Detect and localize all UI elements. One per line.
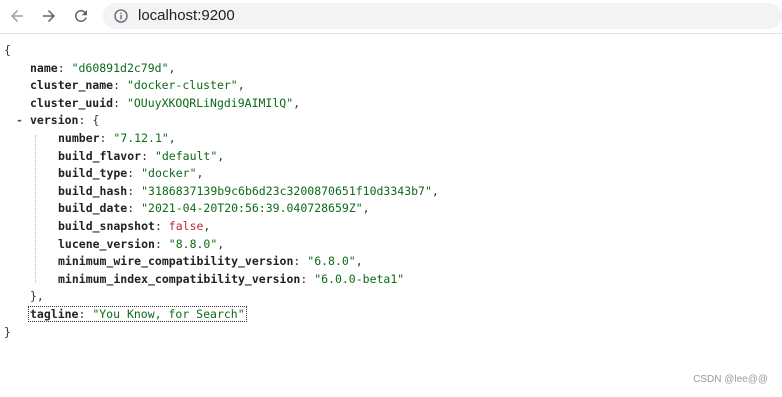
json-value: "OUuyXKOQRLiNgdi9AIMIlQ" [126, 95, 294, 110]
json-key: version [30, 113, 79, 128]
json-value: "You Know, for Search" [92, 306, 245, 321]
json-value: "docker" [141, 166, 197, 181]
json-value: "3186837139b9c6b6d23c3200870651f10d3343b… [141, 183, 432, 198]
json-value: "6.0.0-beta1" [314, 271, 405, 286]
json-key: cluster_name [30, 78, 114, 93]
json-open-brace: { [4, 43, 11, 57]
json-row-build-date: build_date: "2021-04-20T20:56:39.0407286… [58, 201, 370, 216]
json-value: "2021-04-20T20:56:39.040728659Z" [141, 201, 363, 216]
json-key: build_hash [58, 183, 128, 198]
json-row-name: name: "d60891d2c79d", [30, 60, 176, 75]
json-row-cluster-uuid: cluster_uuid: "OUuyXKOQRLiNgdi9AIMIlQ", [30, 95, 301, 110]
json-value: "6.8.0" [307, 254, 356, 269]
browser-toolbar: localhost:9200 [0, 0, 782, 34]
json-key: build_type [58, 166, 128, 181]
json-key: number [58, 130, 100, 145]
forward-arrow-icon[interactable] [37, 4, 61, 28]
url-text[interactable]: localhost:9200 [138, 7, 235, 24]
json-version-close: }, [30, 289, 44, 304]
collapse-toggle[interactable]: - [16, 112, 26, 130]
json-key: build_date [58, 201, 128, 216]
json-row-number: number: "7.12.1", [58, 130, 176, 145]
json-row-build-snapshot: build_snapshot: false, [58, 218, 211, 233]
watermark: CSDN @lee@@ [693, 374, 768, 385]
json-key: build_snapshot [58, 218, 155, 233]
json-row-build-hash: build_hash: "3186837139b9c6b6d23c3200870… [58, 183, 439, 198]
json-value: "7.12.1" [113, 130, 169, 145]
address-bar[interactable]: localhost:9200 [103, 3, 782, 29]
json-row-version[interactable]: - version: { [0, 112, 782, 130]
json-key: minimum_wire_compatibility_version [58, 254, 294, 269]
json-row-build-flavor: build_flavor: "default", [58, 148, 225, 163]
json-row-minimum-wire-compatibility-version: minimum_wire_compatibility_version: "6.8… [58, 254, 363, 269]
json-value: "default" [154, 148, 218, 163]
json-key: lucene_version [58, 236, 155, 251]
json-row-lucene-version: lucene_version: "8.8.0", [58, 236, 225, 251]
json-version-open: { [92, 113, 100, 128]
json-row-build-type: build_type: "docker", [58, 166, 204, 181]
reload-icon[interactable] [69, 4, 93, 28]
json-value: "d60891d2c79d" [71, 60, 169, 75]
json-close-brace: } [4, 324, 11, 339]
json-key: build_flavor [58, 148, 142, 163]
json-row-cluster-name: cluster_name: "docker-cluster", [30, 78, 245, 93]
json-key: minimum_index_compatibility_version [58, 271, 301, 286]
selected-row-highlight: tagline: "You Know, for Search" [28, 305, 247, 322]
json-row-tagline: tagline: "You Know, for Search" [0, 305, 782, 324]
json-key: cluster_uuid [30, 95, 114, 110]
json-key: tagline [30, 306, 79, 321]
back-arrow-icon[interactable] [5, 4, 29, 28]
json-row-minimum-index-compatibility-version: minimum_index_compatibility_version: "6.… [58, 271, 405, 286]
json-key: name [30, 60, 58, 75]
info-icon[interactable] [113, 8, 129, 24]
json-value: "docker-cluster" [126, 78, 238, 93]
json-value: false [168, 218, 204, 233]
json-viewer: { name: "d60891d2c79d", cluster_name: "d… [0, 34, 782, 397]
version-fields: number: "7.12.1", build_flavor: "default"… [0, 130, 782, 288]
json-value: "8.8.0" [168, 236, 218, 251]
